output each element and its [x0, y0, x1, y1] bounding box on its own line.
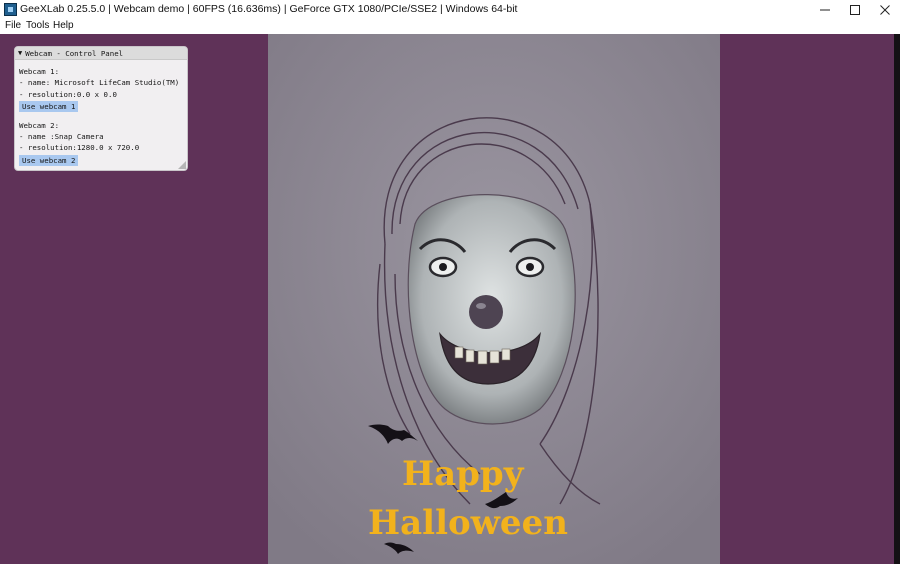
- minimize-button[interactable]: [810, 0, 840, 19]
- menu-help[interactable]: Help: [53, 20, 74, 31]
- webcam1-resolution: - resolution:0.0 x 0.0: [19, 89, 117, 99]
- maximize-button[interactable]: [840, 0, 870, 19]
- webcam1-name: - name: Microsoft LifeCam Studio(TM): [19, 78, 180, 88]
- menu-bar: File Tools Help: [0, 19, 900, 34]
- clown-nose: [469, 295, 503, 329]
- collapse-arrow-icon[interactable]: ▼: [18, 49, 22, 57]
- use-webcam-2-button[interactable]: Use webcam 2: [19, 154, 79, 166]
- resize-grip[interactable]: [178, 161, 186, 169]
- viewport-edge: [894, 34, 900, 564]
- maximize-icon: [850, 4, 860, 15]
- panel-title: Webcam - Control Panel: [25, 48, 124, 58]
- webcam-control-panel[interactable]: ▼ Webcam - Control Panel Webcam 1: - nam…: [14, 46, 188, 171]
- minimize-icon: [820, 9, 830, 10]
- use-webcam-1-button[interactable]: Use webcam 1: [19, 100, 79, 112]
- geexlab-icon: [4, 3, 17, 16]
- halloween-line-2: Halloween: [368, 503, 568, 543]
- close-button[interactable]: [870, 0, 900, 19]
- webcam2-resolution: - resolution:1280.0 x 720.0: [19, 143, 140, 153]
- halloween-line-1: Happy: [402, 454, 525, 494]
- webcam2-heading: Webcam 2:: [19, 120, 60, 130]
- menu-file[interactable]: File: [5, 20, 21, 31]
- panel-body: Webcam 1: - name: Microsoft LifeCam Stud…: [15, 60, 187, 166]
- menu-tools[interactable]: Tools: [26, 20, 49, 31]
- window-title: GeeXLab 0.25.5.0 | Webcam demo | 60FPS (…: [20, 3, 518, 15]
- webcam1-heading: Webcam 1:: [19, 67, 60, 76]
- close-icon: [880, 4, 890, 15]
- panel-header[interactable]: ▼ Webcam - Control Panel: [15, 47, 187, 60]
- title-bar[interactable]: GeeXLab 0.25.5.0 | Webcam demo | 60FPS (…: [0, 0, 900, 19]
- webcam2-name: - name :Snap Camera: [19, 132, 104, 142]
